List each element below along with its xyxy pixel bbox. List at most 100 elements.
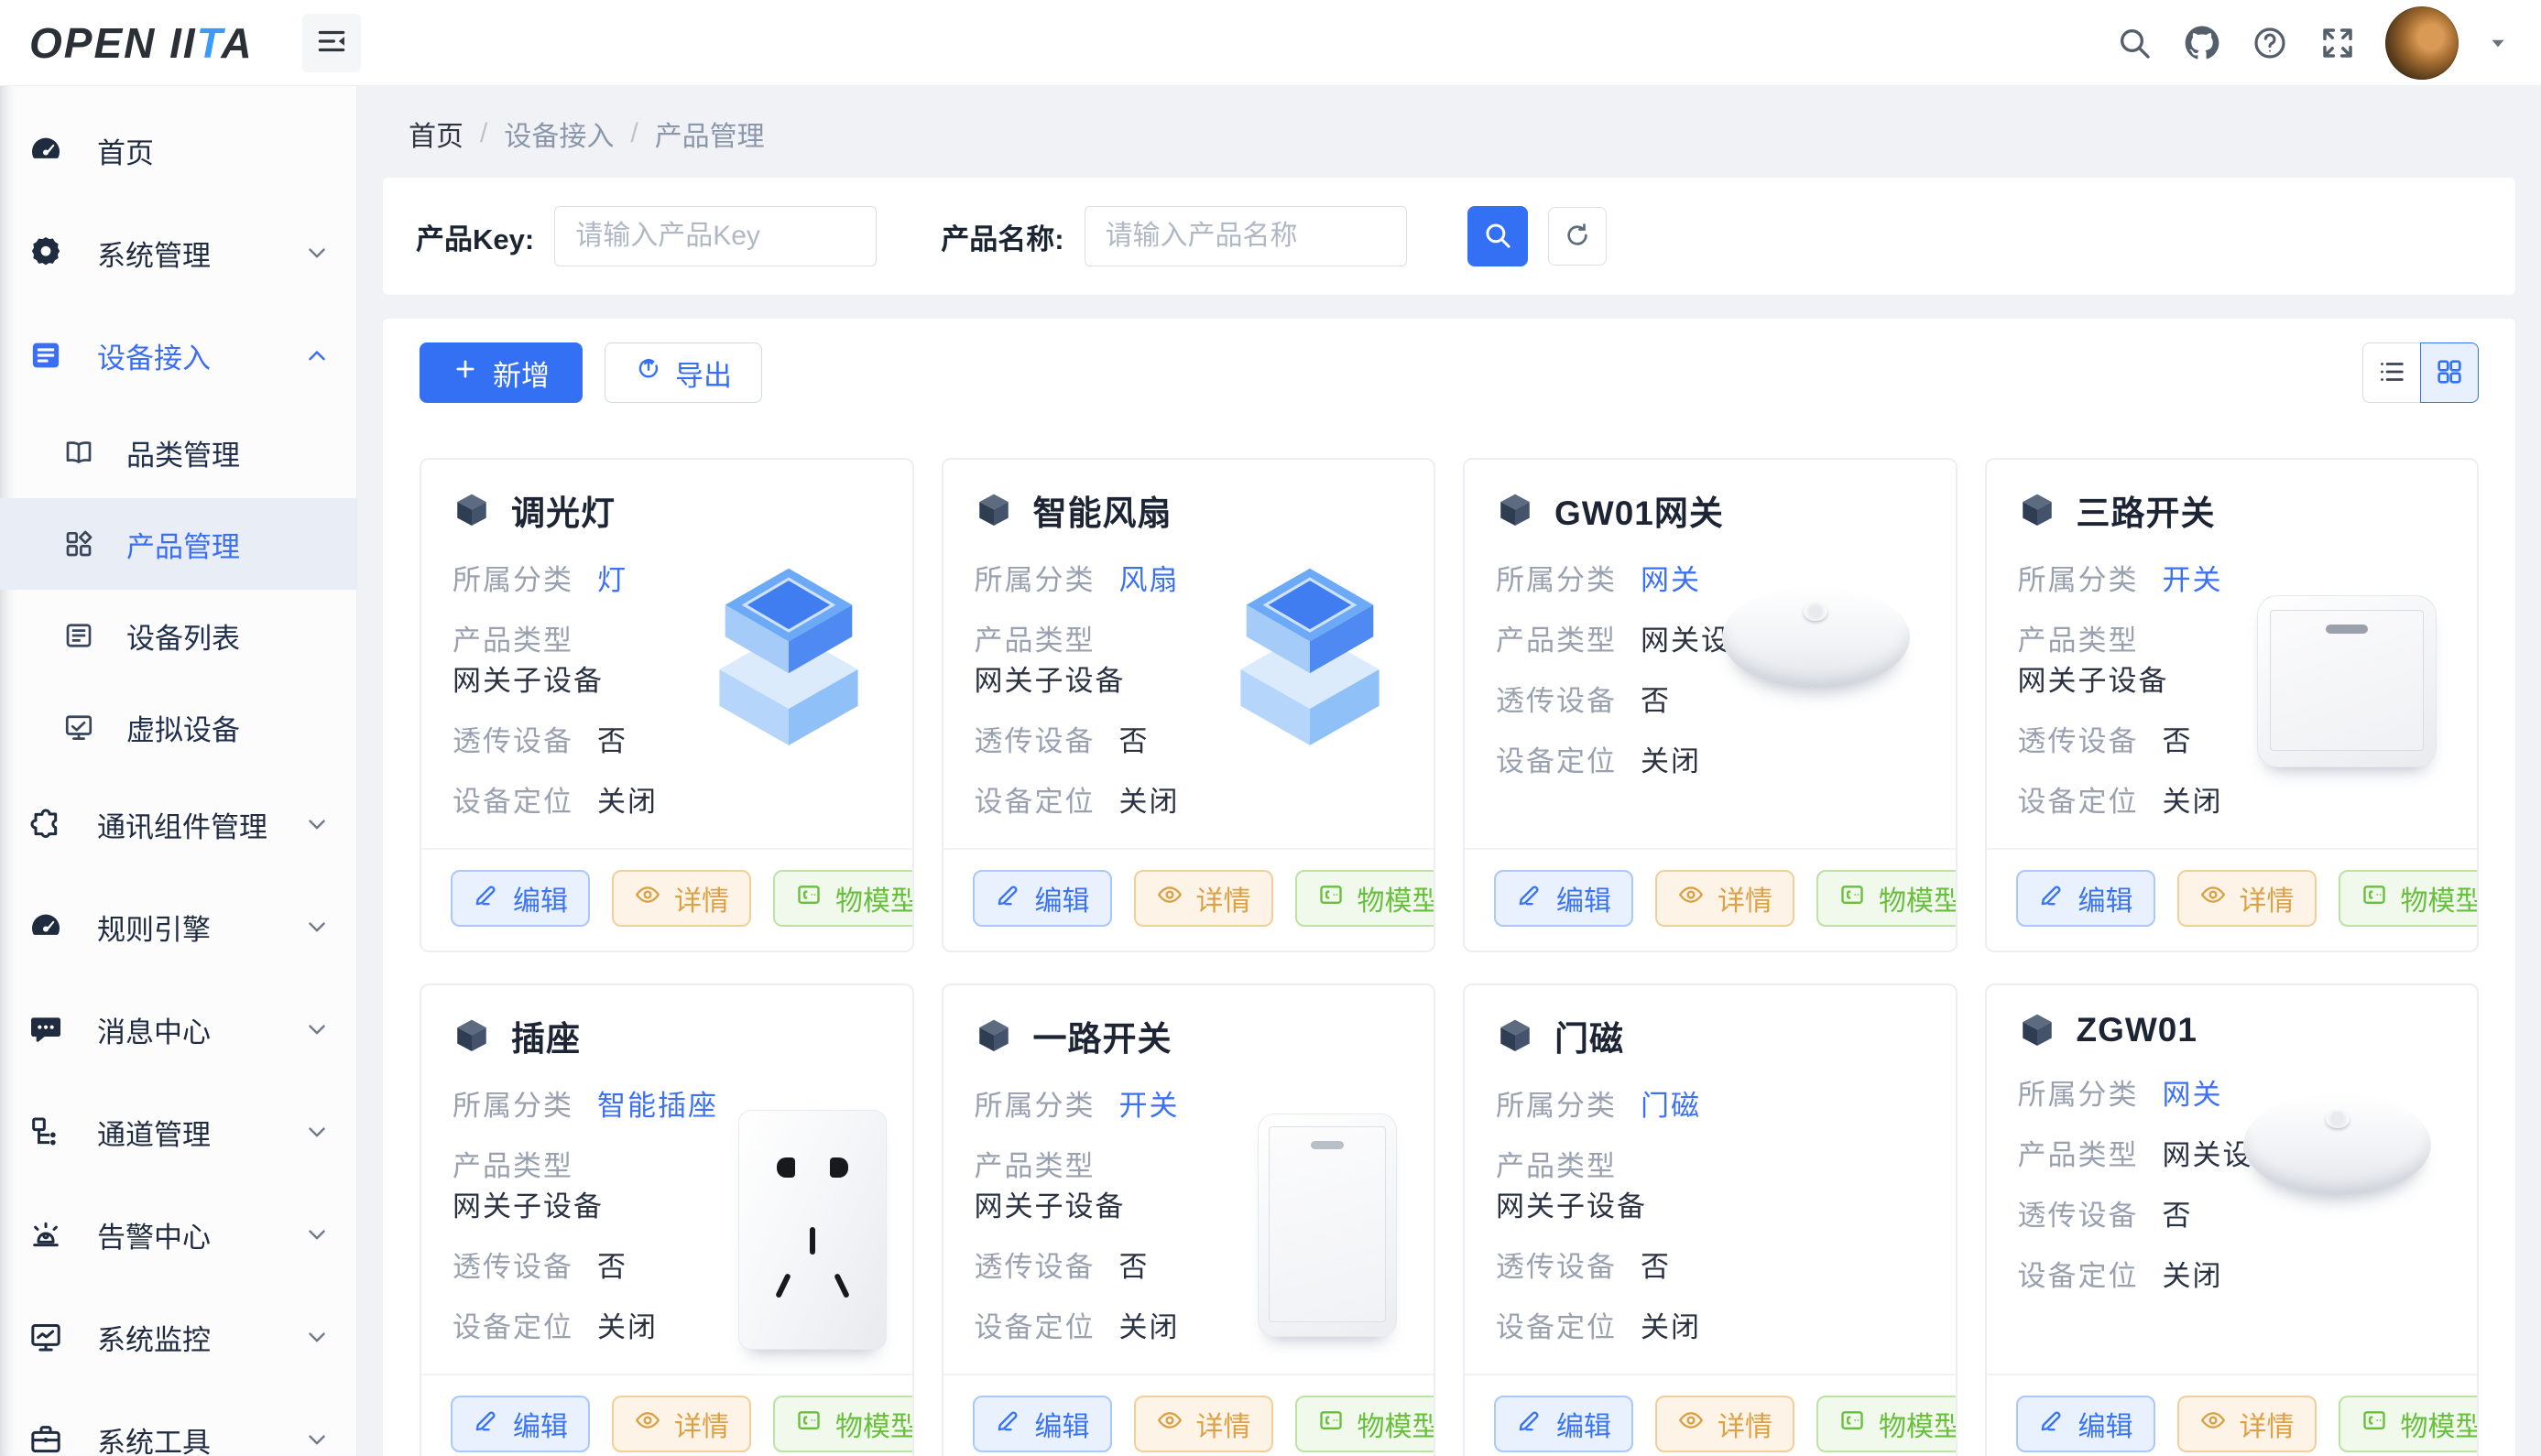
sidebar-item-briefcase[interactable]: 系统工具 (0, 1388, 356, 1456)
product-key-input[interactable] (554, 206, 877, 266)
eye-icon (634, 1407, 661, 1441)
thing-model-button[interactable]: 物模型 (1295, 1396, 1436, 1452)
export-button[interactable]: 导出 (605, 342, 762, 403)
category-link[interactable]: 风扇 (1119, 564, 1180, 596)
category-label: 所属分类 (975, 564, 1096, 596)
dashboard-icon (27, 132, 64, 168)
detail-button[interactable]: 详情 (612, 870, 751, 927)
sidebar-collapse-button[interactable] (302, 14, 361, 72)
eye-icon (1677, 1407, 1705, 1441)
sidebar-item-gear[interactable]: 系统管理 (0, 201, 356, 304)
sidebar-subitem-monitor-check[interactable]: 虚拟设备 (0, 681, 356, 773)
sidebar-item-server-filled[interactable]: 设备接入 (0, 304, 356, 407)
category-link[interactable]: 智能插座 (597, 1090, 718, 1122)
help-icon[interactable] (2250, 23, 2290, 63)
thing-model-button[interactable]: 物模型 (2339, 870, 2480, 927)
eye-icon (2199, 1407, 2227, 1441)
sidebar-item-alarm[interactable]: 告警中心 (0, 1183, 356, 1286)
model-box-icon (1317, 1407, 1345, 1441)
thing-model-button[interactable]: 物模型 (773, 1396, 914, 1452)
thing-model-button[interactable]: 物模型 (1816, 870, 1958, 927)
category-link[interactable]: 网关 (2163, 1079, 2223, 1111)
filter-panel: 产品Key: 产品名称: (383, 178, 2515, 295)
search-submit-icon (1482, 220, 1513, 254)
locate-value: 关闭 (1641, 745, 1701, 777)
thing-model-button[interactable]: 物模型 (2339, 1396, 2480, 1452)
thing-model-button[interactable]: 物模型 (1295, 870, 1436, 927)
server-filled-icon (27, 337, 64, 374)
product-image-cube-stack (693, 562, 885, 759)
sidebar-subitem-grid-diamond[interactable]: 产品管理 (0, 498, 356, 590)
sidebar-item-puzzle[interactable]: 通讯组件管理 (0, 773, 356, 875)
model-box-icon (795, 1407, 823, 1441)
breadcrumb-home[interactable]: 首页 (409, 114, 463, 154)
sidebar-subitem-book[interactable]: 品类管理 (0, 407, 356, 498)
product-image-switch-vertical (1258, 1114, 1397, 1337)
sidebar-item-chat[interactable]: 消息中心 (0, 978, 356, 1081)
category-link[interactable]: 门磁 (1641, 1090, 1701, 1122)
product-name-input[interactable] (1085, 206, 1407, 266)
category-label: 所属分类 (1496, 1090, 1617, 1122)
passthrough-value: 否 (597, 1251, 627, 1283)
list-view-button[interactable] (2362, 342, 2421, 403)
product-image-socket (738, 1110, 887, 1350)
category-link[interactable]: 开关 (2163, 564, 2223, 596)
edit-button[interactable]: 编辑 (2016, 870, 2155, 927)
add-button[interactable]: 新增 (420, 342, 583, 403)
type-value: 网关子设备 (1496, 1187, 1785, 1227)
passthrough-label: 透传设备 (1496, 685, 1617, 717)
sidebar-item-monitor[interactable]: 系统监控 (0, 1286, 356, 1388)
search-icon[interactable] (2114, 23, 2154, 63)
passthrough-value: 否 (597, 725, 627, 757)
sidebar-item-gauge[interactable]: 规则引擎 (0, 875, 356, 978)
search-submit-button[interactable] (1467, 206, 1528, 266)
passthrough-label: 透传设备 (2018, 725, 2139, 757)
category-link[interactable]: 灯 (597, 564, 627, 596)
model-box-icon (2361, 1407, 2388, 1441)
user-caret-down-icon[interactable] (2486, 31, 2510, 55)
product-card: 一路开关 所属分类开关 产品类型网关子设备 透传设备否 设备定位关闭 编辑 详情… (942, 983, 1436, 1456)
main-content: 首页 / 设备接入 / 产品管理 产品Key: 产品名称: 新增 导出 (357, 86, 2541, 1456)
user-avatar[interactable] (2385, 6, 2459, 80)
model-box-icon (2361, 881, 2388, 916)
detail-button[interactable]: 详情 (612, 1396, 751, 1452)
thing-model-button[interactable]: 物模型 (1816, 1396, 1958, 1452)
detail-button[interactable]: 详情 (2177, 1396, 2317, 1452)
edit-button[interactable]: 编辑 (973, 1396, 1112, 1452)
detail-button[interactable]: 详情 (2177, 870, 2317, 927)
sidebar-item-dashboard[interactable]: 首页 (0, 99, 356, 201)
detail-button[interactable]: 详情 (1655, 1396, 1794, 1452)
pencil-icon (1516, 881, 1543, 916)
breadcrumb-device-access[interactable]: 设备接入 (504, 114, 614, 154)
detail-button[interactable]: 详情 (1134, 870, 1273, 927)
detail-button[interactable]: 详情 (1655, 870, 1794, 927)
thing-model-button[interactable]: 物模型 (773, 870, 914, 927)
category-label: 所属分类 (1496, 564, 1617, 596)
passthrough-label: 透传设备 (453, 1251, 573, 1283)
passthrough-label: 透传设备 (453, 725, 573, 757)
reset-refresh-button[interactable] (1548, 207, 1607, 266)
briefcase-icon (27, 1421, 64, 1456)
edit-button[interactable]: 编辑 (451, 870, 590, 927)
product-cube-icon (1496, 491, 1534, 529)
github-icon[interactable] (2182, 23, 2222, 63)
category-link[interactable]: 开关 (1119, 1090, 1180, 1122)
sidebar-subitem-server-outline[interactable]: 设备列表 (0, 590, 356, 681)
sidebar-item-tree[interactable]: 通道管理 (0, 1081, 356, 1183)
product-card: 调光灯 所属分类灯 产品类型网关子设备 透传设备否 设备定位关闭 编辑 详情 物… (420, 458, 914, 952)
type-label: 产品类型 (1496, 1150, 1617, 1182)
category-link[interactable]: 网关 (1641, 564, 1701, 596)
product-image-wall-switch (2257, 595, 2437, 767)
grid-view-button[interactable] (2420, 342, 2479, 403)
model-box-icon (1838, 1407, 1866, 1441)
detail-button[interactable]: 详情 (1134, 1396, 1273, 1452)
edit-button[interactable]: 编辑 (1494, 870, 1633, 927)
header-actions (2114, 6, 2541, 80)
edit-button[interactable]: 编辑 (2016, 1396, 2155, 1452)
fullscreen-icon[interactable] (2317, 23, 2358, 63)
edit-button[interactable]: 编辑 (451, 1396, 590, 1452)
edit-button[interactable]: 编辑 (1494, 1396, 1633, 1452)
edit-button[interactable]: 编辑 (973, 870, 1112, 927)
sidebar: 首页 系统管理 设备接入 品类管理 产品管理 设备列表 虚拟设备 通讯组件管理 … (0, 86, 357, 1456)
product-name: ZGW01 (2077, 1011, 2197, 1049)
